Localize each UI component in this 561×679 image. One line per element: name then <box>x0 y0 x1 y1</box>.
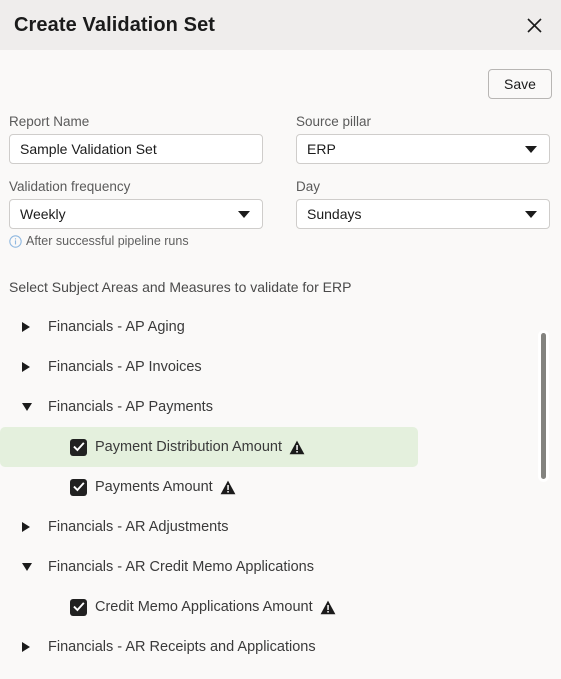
triangle-glyph <box>22 642 30 652</box>
report-name-field-group: Report Name <box>9 113 263 164</box>
measure-label: Payment Distribution Amount <box>95 439 282 455</box>
day-value: Sundays <box>307 206 362 222</box>
validation-frequency-field-group: Validation frequency Weekly After succes… <box>9 178 263 248</box>
subject-area-label: Financials - AP Aging <box>48 319 185 335</box>
validation-frequency-hint: After successful pipeline runs <box>9 234 263 248</box>
warning-icon <box>320 600 336 615</box>
subject-area-label: Financials - AR Receipts and Application… <box>48 639 316 655</box>
report-name-label: Report Name <box>9 114 90 129</box>
source-pillar-field-group: Source pillar ERP <box>296 113 550 164</box>
create-validation-set-dialog: Create Validation Set Save Report Name S… <box>0 0 561 679</box>
measure-label: Payments Amount <box>95 479 213 495</box>
report-name-input[interactable] <box>9 134 263 164</box>
chevron-right-icon[interactable] <box>10 642 32 652</box>
chevron-down-icon <box>525 145 537 153</box>
chevron-down-icon[interactable] <box>10 403 32 411</box>
warning-icon <box>289 440 305 455</box>
tree-group-row[interactable]: Financials - AR Credit Memo Applications <box>0 547 418 587</box>
tree-group-row[interactable]: Financials - AR Receipts and Application… <box>0 627 418 667</box>
day-select[interactable]: Sundays <box>296 199 550 229</box>
form-row-1: Report Name Source pillar ERP <box>9 113 552 164</box>
page-title: Create Validation Set <box>14 13 216 36</box>
chevron-down-icon <box>525 210 537 218</box>
source-pillar-value: ERP <box>307 141 336 157</box>
measure-checkbox[interactable] <box>70 598 87 616</box>
measure-checkbox[interactable] <box>70 438 87 456</box>
measure-label: Credit Memo Applications Amount <box>95 599 313 615</box>
day-label: Day <box>296 179 321 194</box>
triangle-glyph <box>22 362 30 372</box>
chevron-down-icon[interactable] <box>10 563 32 571</box>
source-pillar-label: Source pillar <box>296 114 372 129</box>
day-field-group: Day Sundays <box>296 178 550 248</box>
triangle-glyph <box>22 522 30 532</box>
subject-area-label: Financials - AP Invoices <box>48 359 202 375</box>
info-icon <box>9 234 22 248</box>
dialog-actions: Save <box>0 50 561 99</box>
measure-checkbox[interactable] <box>70 478 87 496</box>
chevron-right-icon[interactable] <box>10 522 32 532</box>
tree-measure-row[interactable]: Payment Distribution Amount <box>0 427 418 467</box>
validation-frequency-value: Weekly <box>20 206 66 222</box>
tree-section-title: Select Subject Areas and Measures to val… <box>9 279 352 295</box>
validation-frequency-select[interactable]: Weekly <box>9 199 263 229</box>
close-icon[interactable] <box>521 12 547 38</box>
triangle-glyph <box>22 322 30 332</box>
subject-area-label: Financials - AP Payments <box>48 399 213 415</box>
tree-measure-row[interactable]: Credit Memo Applications Amount <box>0 587 418 627</box>
validation-frequency-label: Validation frequency <box>9 179 131 194</box>
subject-areas-tree: Financials - AP Aging Financials - AP Inv… <box>0 307 561 667</box>
chevron-right-icon[interactable] <box>10 322 32 332</box>
tree-group-row[interactable]: Financials - AP Invoices <box>0 347 418 387</box>
triangle-glyph <box>22 403 32 411</box>
save-button[interactable]: Save <box>488 69 552 99</box>
scrollbar-thumb[interactable] <box>541 333 546 479</box>
tree-group-row[interactable]: Financials - AP Payments <box>0 387 418 427</box>
warning-icon <box>220 480 236 495</box>
source-pillar-select[interactable]: ERP <box>296 134 550 164</box>
form-row-2: Validation frequency Weekly After succes… <box>9 178 552 248</box>
subject-area-label: Financials - AR Credit Memo Applications <box>48 559 314 575</box>
tree-measure-row[interactable]: Payments Amount <box>0 467 418 507</box>
tree-group-row[interactable]: Financials - AP Aging <box>0 307 418 347</box>
validation-form: Report Name Source pillar ERP Validation… <box>0 99 561 248</box>
tree-group-row[interactable]: Financials - AR Adjustments <box>0 507 418 547</box>
subject-area-label: Financials - AR Adjustments <box>48 519 229 535</box>
chevron-down-icon <box>238 210 250 218</box>
validation-frequency-hint-text: After successful pipeline runs <box>26 234 189 248</box>
chevron-right-icon[interactable] <box>10 362 32 372</box>
dialog-header: Create Validation Set <box>0 0 561 50</box>
triangle-glyph <box>22 563 32 571</box>
